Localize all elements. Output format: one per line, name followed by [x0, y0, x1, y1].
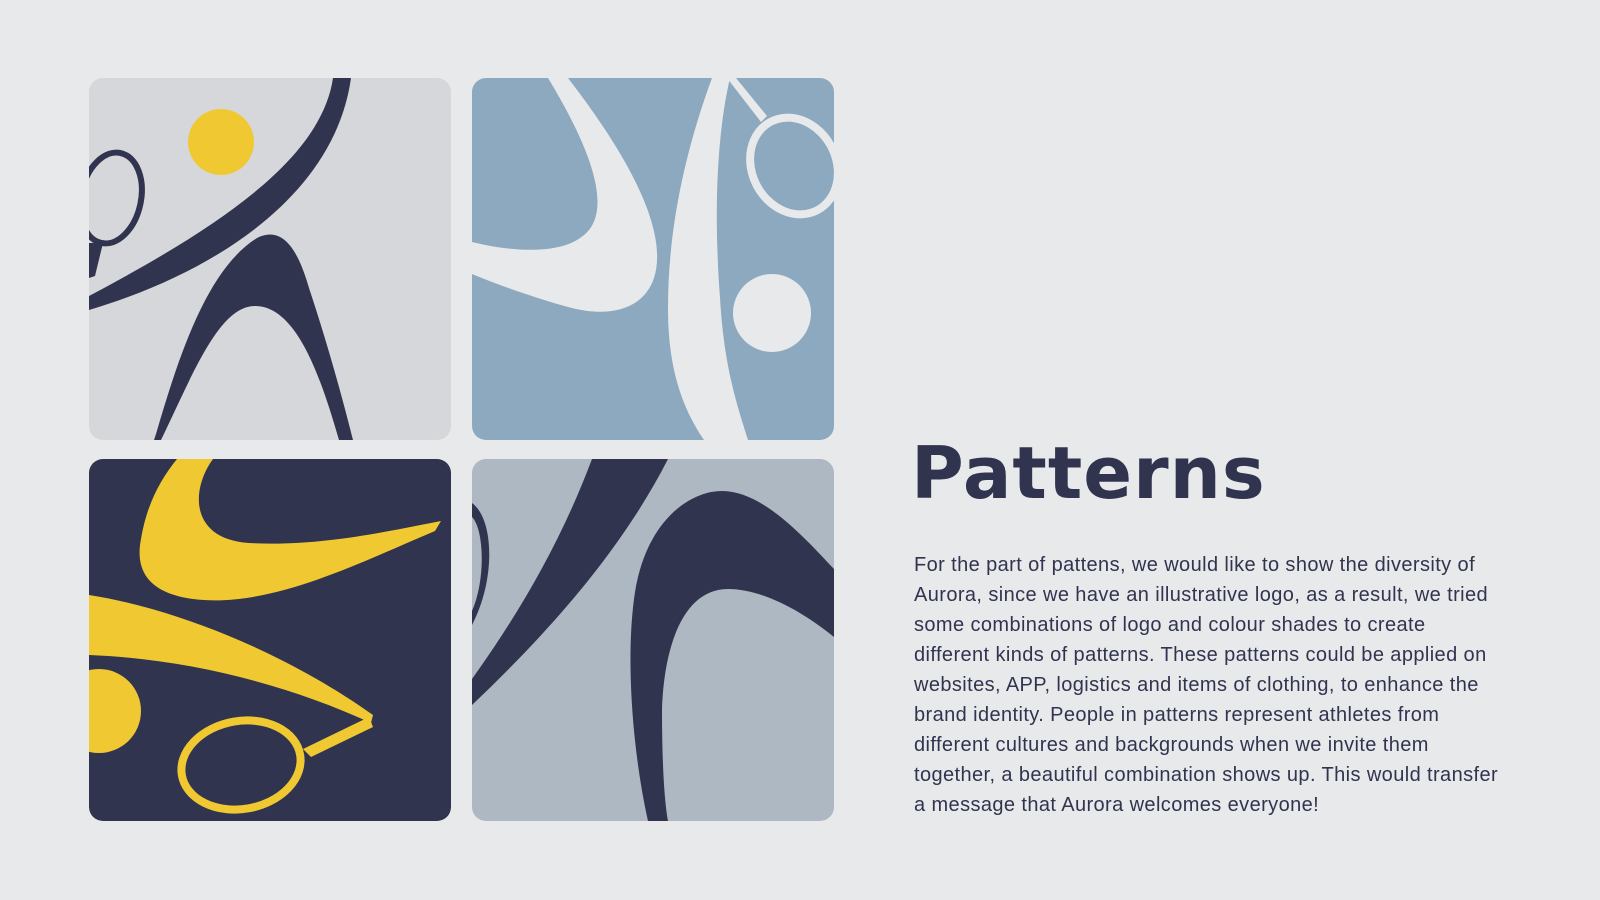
pattern-white-on-blue-graphic — [472, 78, 834, 440]
pattern-tile-white-on-blue — [472, 78, 834, 440]
ball-icon — [188, 109, 254, 175]
pattern-tile-navy-on-grey — [89, 78, 451, 440]
section-description: For the part of pattens, we would like t… — [914, 554, 1499, 816]
ball-icon — [733, 274, 811, 352]
pattern-yellow-on-navy-graphic — [89, 459, 451, 821]
pattern-tile-navy-on-grey-blue — [472, 459, 834, 821]
pattern-navy-on-grey-graphic — [89, 78, 451, 440]
pattern-navy-on-grey-blue-graphic — [472, 459, 834, 821]
page-title: Patterns — [911, 431, 1266, 515]
pattern-tile-yellow-on-navy — [89, 459, 451, 821]
